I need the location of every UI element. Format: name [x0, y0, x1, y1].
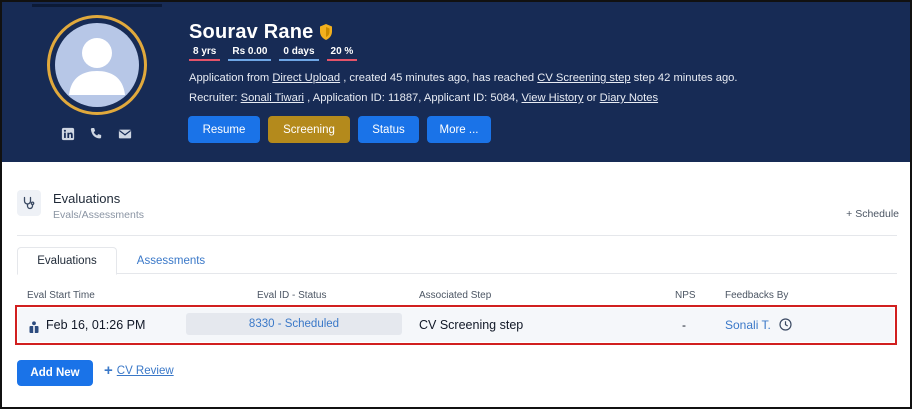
- diary-notes-link[interactable]: Diary Notes: [600, 92, 658, 104]
- screening-button[interactable]: Screening: [268, 116, 350, 143]
- experience-stat: 8 yrs: [189, 46, 221, 61]
- tab-assessments[interactable]: Assessments: [127, 247, 215, 274]
- mail-icon[interactable]: [117, 126, 133, 142]
- source-link[interactable]: Direct Upload: [272, 72, 340, 84]
- more-button[interactable]: More ...: [427, 116, 491, 143]
- resume-button[interactable]: Resume: [188, 116, 260, 143]
- view-history-link[interactable]: View History: [522, 92, 584, 104]
- step-link[interactable]: CV Screening step: [537, 72, 630, 84]
- column-header-feedbacks: Feedbacks By: [725, 290, 789, 301]
- tab-evaluations[interactable]: Evaluations: [17, 247, 117, 275]
- add-new-button[interactable]: Add New: [17, 360, 93, 386]
- recruiter-link[interactable]: Sonali Tiwari: [241, 92, 304, 104]
- section-subtitle: Evals/Assessments: [53, 209, 145, 221]
- candidate-header: Sourav Rane 8 yrs Rs 0.00 0 days 20 % Ap…: [2, 2, 910, 162]
- divider: [17, 235, 897, 236]
- info-text: Application from: [189, 72, 273, 84]
- header-top-accent: [32, 4, 162, 7]
- notice-period-stat: 0 days: [279, 46, 319, 61]
- salary-stat: Rs 0.00: [228, 46, 272, 61]
- profile-page: Sourav Rane 8 yrs Rs 0.00 0 days 20 % Ap…: [0, 0, 912, 409]
- column-header-nps: NPS: [675, 290, 696, 301]
- stethoscope-icon: [17, 190, 41, 216]
- info-text: , created 45 minutes ago, has reached: [340, 72, 538, 84]
- application-info: Application from Direct Upload , created…: [189, 72, 738, 84]
- info-text: , Application ID: 11887, Applicant ID: 5…: [304, 92, 522, 104]
- cv-review-label: CV Review: [116, 365, 174, 377]
- phone-icon[interactable]: [88, 126, 104, 142]
- info-text: step 42 minutes ago.: [630, 72, 738, 84]
- avatar-placeholder-icon: [55, 23, 139, 107]
- plus-icon: +: [104, 362, 113, 379]
- status-button[interactable]: Status: [358, 116, 419, 143]
- column-header-step: Associated Step: [419, 290, 492, 301]
- linkedin-icon[interactable]: [60, 126, 76, 142]
- recruiter-info: Recruiter: Sonali Tiwari , Application I…: [189, 92, 658, 104]
- cv-review-link[interactable]: + CV Review: [104, 362, 174, 379]
- candidate-name: Sourav Rane: [189, 21, 314, 43]
- candidate-stats: 8 yrs Rs 0.00 0 days 20 %: [189, 46, 358, 61]
- evaluation-tabs: Evaluations Assessments: [17, 247, 897, 275]
- match-percent-stat: 20 %: [326, 46, 358, 61]
- info-text: Recruiter:: [189, 92, 241, 104]
- evaluations-card: Evaluations Evals/Assessments + Schedule…: [12, 180, 907, 406]
- column-header-id-status: Eval ID - Status: [257, 290, 327, 301]
- section-title: Evaluations: [53, 191, 121, 206]
- shield-icon: [319, 23, 333, 41]
- schedule-link[interactable]: + Schedule: [846, 208, 899, 220]
- info-text: or: [583, 92, 600, 104]
- row-highlight: [15, 305, 897, 345]
- avatar: [47, 15, 147, 115]
- column-header-start-time: Eval Start Time: [27, 290, 95, 301]
